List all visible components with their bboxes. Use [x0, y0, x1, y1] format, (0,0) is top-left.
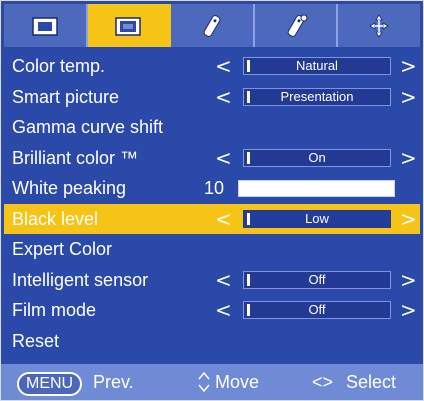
intelligent-sensor-value: Off — [243, 270, 391, 289]
select-hint: Select — [346, 372, 397, 392]
menu-item-reset[interactable]: Reset — [4, 326, 420, 357]
decrease-arrow[interactable]: < — [215, 204, 232, 235]
film-mode-value: Off — [243, 301, 391, 319]
color-temp-value: Natural — [243, 57, 391, 75]
picture-menu-icon — [32, 16, 58, 36]
menu-item-intelligent-sensor[interactable]: Intelligent sensor < Off > — [4, 265, 420, 296]
prev-hint: Prev. — [93, 372, 134, 392]
menu-item-expert-color[interactable]: Expert Color — [4, 234, 420, 265]
screen-menu-icon — [115, 16, 142, 36]
menu-item-label: Expert Color — [12, 239, 113, 259]
menu-item-label: Film mode — [12, 300, 97, 320]
increase-arrow[interactable]: > — [400, 82, 417, 113]
category-tab-bar — [4, 4, 420, 47]
white-peaking-slider[interactable] — [238, 180, 395, 197]
tab-remote-settings[interactable] — [255, 4, 339, 47]
remote-settings-icon — [287, 14, 308, 37]
decrease-arrow[interactable]: < — [215, 295, 232, 326]
menu-item-label: White peaking — [12, 178, 127, 198]
menu-item-label: Intelligent sensor — [12, 269, 149, 290]
osd-menu-panel: Color temp. < Natural > Smart picture < … — [0, 0, 424, 401]
up-down-arrow-icon — [198, 371, 210, 393]
menu-item-label: Gamma curve shift — [12, 117, 164, 137]
increase-arrow[interactable]: > — [400, 143, 417, 174]
menu-item-film-mode[interactable]: Film mode < Off > — [4, 295, 420, 326]
menu-item-label: Black level — [12, 208, 99, 229]
decrease-arrow[interactable]: < — [215, 265, 232, 296]
tab-remote[interactable] — [171, 4, 255, 47]
options-arrows-icon — [369, 13, 389, 38]
tab-picture[interactable] — [4, 4, 88, 47]
settings-list: Color temp. < Natural > Smart picture < … — [4, 51, 420, 356]
move-hint: Move — [215, 372, 260, 392]
decrease-arrow[interactable]: < — [215, 51, 232, 82]
brilliant-color-value: On — [243, 148, 391, 167]
white-peaking-number: 10 — [204, 178, 225, 198]
decrease-arrow[interactable]: < — [215, 143, 232, 174]
menu-item-color-temp[interactable]: Color temp. < Natural > — [4, 51, 420, 82]
increase-arrow[interactable]: > — [400, 204, 417, 235]
increase-arrow[interactable]: > — [400, 51, 417, 82]
menu-item-label: Brilliant color ™ — [12, 147, 139, 168]
menu-item-label: Smart picture — [12, 86, 120, 107]
black-level-value: Low — [243, 209, 391, 228]
increase-arrow[interactable]: > — [400, 265, 417, 296]
menu-item-smart-picture[interactable]: Smart picture < Presentation > — [4, 82, 420, 113]
increase-arrow[interactable]: > — [400, 295, 417, 326]
menu-item-label: Reset — [12, 330, 60, 351]
menu-item-black-level[interactable]: Black level < Low > — [4, 203, 420, 235]
remote-icon — [203, 14, 221, 37]
menu-item-brilliant-color[interactable]: Brilliant color ™ < On > — [4, 143, 420, 174]
menu-item-white-peaking[interactable]: White peaking 10 — [4, 173, 420, 204]
key-guide-footer: MENU Prev. Move <> Select — [1, 364, 423, 400]
tab-screen[interactable] — [87, 4, 172, 47]
white-peaking-slider-fill — [239, 181, 394, 196]
menu-key-badge: MENU — [17, 372, 83, 396]
tab-options[interactable] — [338, 4, 420, 47]
decrease-arrow[interactable]: < — [215, 82, 232, 113]
menu-item-gamma-curve-shift[interactable]: Gamma curve shift — [4, 112, 420, 143]
left-right-keys-icon: <> — [312, 372, 334, 392]
menu-item-label: Color temp. — [12, 56, 106, 76]
smart-picture-value: Presentation — [243, 87, 391, 106]
